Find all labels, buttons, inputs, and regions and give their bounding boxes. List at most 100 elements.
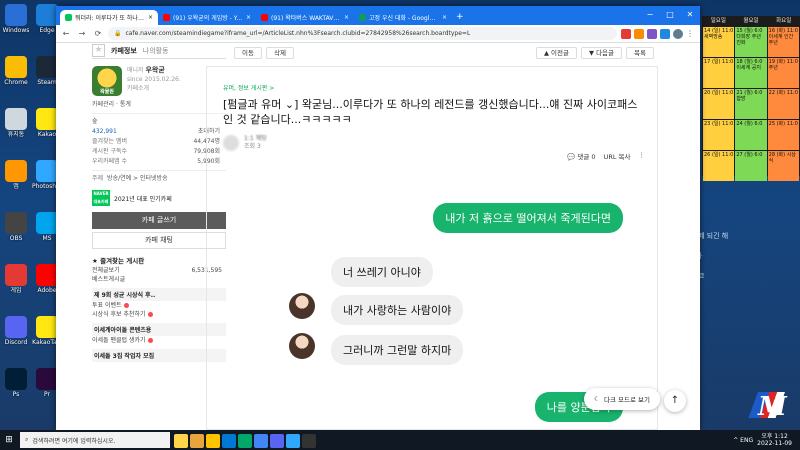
tab-close-icon[interactable]: × [148,14,153,21]
tab-cafe-info[interactable]: 카페정보 [111,46,137,56]
maximize-button[interactable]: □ [660,6,680,25]
taskbar-app-icon[interactable] [254,433,268,448]
taskbar-app-icon[interactable] [190,433,204,448]
extension-icon[interactable] [621,28,631,39]
calendar-day-header: 일요일 [710,18,726,24]
taskbar-search[interactable]: ⌕ 검색하려면 여기에 입력하십시오. [20,432,170,448]
chat-image: 내가 저 흙으로 떨어져서 죽게된다면 너 쓰레기 아니야 내가 사랑하는 사람이야… [271,197,623,430]
close-button[interactable]: ✕ [680,6,700,25]
extension-icon[interactable] [647,28,657,39]
app-icon [36,4,58,26]
tray-icons[interactable]: ^ ENG [733,437,753,444]
taskbar-app-icon[interactable] [238,433,252,448]
tab-close-icon[interactable]: × [442,14,447,21]
extension-icon[interactable] [660,28,670,39]
app-icon [36,212,58,234]
cafe-intro-link[interactable]: 카페소개 [127,84,181,93]
board-name: 전체글보기 [92,267,120,274]
tab-favicon-icon [65,14,72,21]
more-icon[interactable]: ⋮ [639,151,646,161]
tab-title: (91) 왁타버스 WAKTAVERSE - Yo.. [271,15,341,22]
writer-date: 조회 3 [244,143,261,150]
article-meta: 💬 댓글 0 URL 복사 ⋮ [567,151,645,161]
stats-link[interactable]: 통계 [120,101,131,108]
stat-label: 즐겨찾는 멤버 [92,138,128,145]
rank-label: 숲 [92,118,98,125]
desktop-icon[interactable]: 휴지통 [1,108,31,138]
calendar-cell: 28 (화) 시상식 [767,151,799,181]
reload-button[interactable]: ⟳ [92,28,104,40]
desktop-calendar: 일요일 월요일 화요일 14 (일) 11:0 새벽방송 15 (월) 6:0 다회장… [702,16,800,181]
back-button[interactable]: ← [60,28,72,40]
forward-button[interactable]: → [76,28,88,40]
stat-label: 게시판 구독수 [92,148,128,155]
dark-mode-button[interactable]: ☾ 다크 모드로 보기 [584,388,660,410]
scroll-top-button[interactable]: ↑ [664,390,686,412]
writer-info: 1:1 채팅 조회 3 [223,135,267,151]
desktop-icon-label: OBS [9,235,23,242]
profile-avatar[interactable] [673,28,683,39]
move-button[interactable]: 이동 [234,47,262,59]
desktop-icon[interactable]: Ps [1,368,31,398]
writer-level[interactable]: 1:1 채팅 [244,135,267,143]
app-icon [36,368,58,390]
article-title: [펌글과 유머 ⌄] 왁굳님...이루다가 또 하나의 레전드를 갱신했습니다.… [223,98,638,126]
star-icon[interactable]: ★ [92,44,105,57]
app-icon [5,264,27,286]
calendar-cell: 17 (일) 11:0 [703,58,735,88]
naver-badge-icon: NAVER 대표카페 [92,190,110,206]
cafe-logo[interactable]: 왁물원 [92,66,122,96]
taskbar-app-icon[interactable] [206,433,220,448]
delete-button[interactable]: 삭제 [265,47,294,59]
browser-tab[interactable]: (91) 왁타버스 WAKTAVERSE - Yo..× [256,10,354,25]
list-button[interactable]: 목록 [626,47,654,59]
board-link[interactable]: 유머, 정보 게시판 > [223,83,274,92]
lock-icon: 🔒 [114,30,122,37]
app-icon [5,56,27,78]
minimize-button[interactable]: − [640,6,660,25]
tab-close-icon[interactable]: × [344,14,349,21]
tab-my-activity[interactable]: 나의활동 [143,46,169,56]
desktop-icon[interactable]: Chrome [1,56,31,86]
calendar-day-header: 화요일 [776,18,792,24]
members-count[interactable]: 432,991 [92,127,117,137]
taskbar-app-icon[interactable] [302,433,316,448]
app-icon [36,264,58,286]
calendar-day-header: 월요일 [743,18,759,24]
desktop-icon[interactable]: 앱 [1,160,31,190]
comment-count[interactable]: 💬 댓글 0 [567,151,595,161]
desktop-icon[interactable]: OBS [1,212,31,242]
desktop-icon[interactable]: Discord [1,316,31,346]
tab-close-icon[interactable]: × [246,14,251,21]
chat-bubble: 너 쓰레기 아니야 [331,257,433,287]
cafe-manage-link[interactable]: 카페관리 [92,101,114,108]
taskbar: ⊞ ⌕ 검색하려면 여기에 입력하십시오. ^ ENG 오후 1:12 2022… [0,430,800,450]
award-text: 2021년 대표 인기카페 [114,195,172,203]
new-tab-button[interactable]: + [452,10,468,25]
browser-tab[interactable]: (91) 우왁굳의 게임방 - YouTube× [158,10,256,25]
desktop-icon[interactable]: Windows [1,4,31,34]
start-button[interactable]: ⊞ [0,430,18,450]
theme-value[interactable]: 방송/연예 > 인터넷방송 [107,174,168,184]
writer-avatar[interactable] [223,135,239,151]
calendar-cell: 21 (월) 6:0 합방 [735,89,767,119]
new-badge-icon [147,338,153,343]
extension-icon[interactable] [634,28,644,39]
taskbar-app-icon[interactable] [270,433,284,448]
app-icon [5,368,27,390]
address-bar[interactable]: 🔒 cafe.naver.com/steamindiegame?iframe_u… [108,27,617,40]
clock[interactable]: 오후 1:12 2022-11-09 [757,433,792,447]
article-toolbar: 이동 삭제 ▲ 이전글 ▼ 다음글 목록 [234,47,654,59]
page-content: ★ 카페정보 나의활동 왁물원 매니저 우왁굳 since 2015.02.26… [56,43,700,430]
taskbar-app-icon[interactable] [286,433,300,448]
menu-icon[interactable]: ⋮ [686,29,696,39]
url-copy-button[interactable]: URL 복사 [604,151,631,161]
browser-tab[interactable]: 뭐더라: 이루다가 또 하나의 레전..× [60,10,158,25]
calendar-cell: 20 (일) 11:0 [703,89,735,119]
browser-tab[interactable]: 고정 우신 대화 - Google Sheets× [354,10,452,25]
taskbar-app-icon[interactable] [222,433,236,448]
taskbar-app-icon[interactable] [174,433,188,448]
desktop-icon[interactable]: 게임 [1,264,31,294]
next-article-button[interactable]: ▼ 다음글 [581,47,623,59]
prev-article-button[interactable]: ▲ 이전글 [535,47,577,59]
